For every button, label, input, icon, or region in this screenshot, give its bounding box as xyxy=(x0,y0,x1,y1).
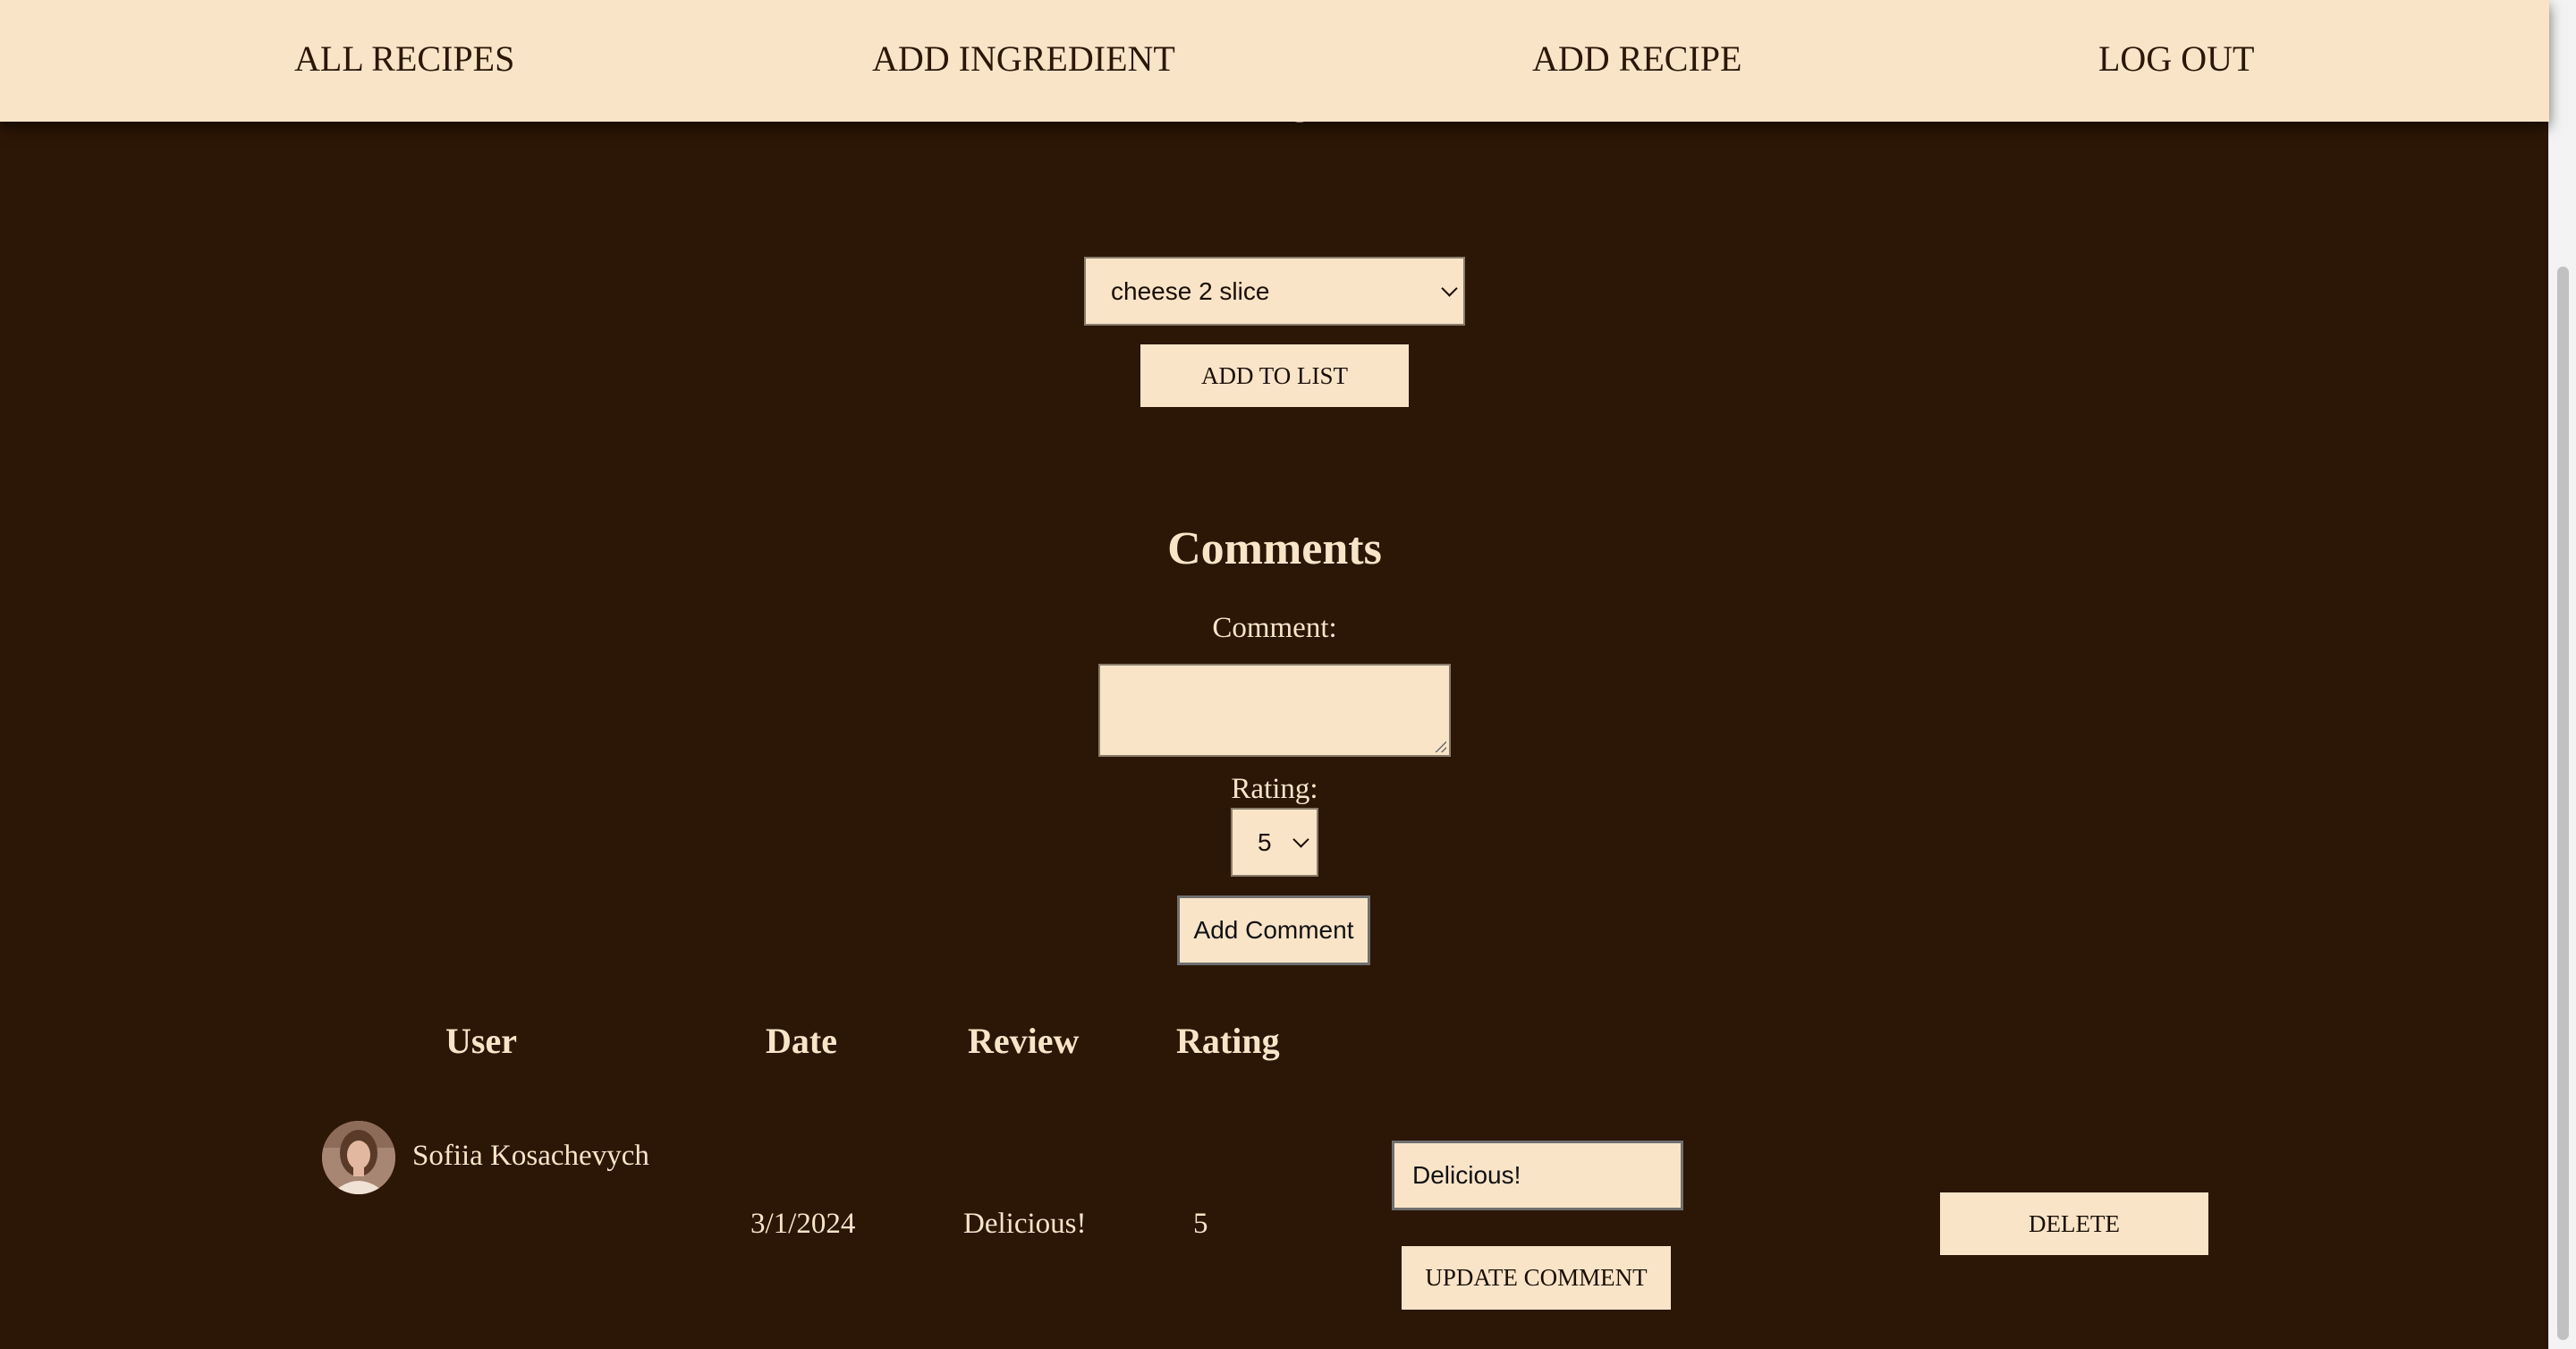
nav-add-recipe-link[interactable]: ADD RECIPE xyxy=(1532,38,1741,80)
chevron-down-icon xyxy=(1292,831,1309,848)
user-avatar-photo xyxy=(322,1121,395,1194)
row-rating: 5 xyxy=(1193,1208,1208,1240)
chevron-down-icon xyxy=(1441,280,1458,297)
comments-heading: Comments xyxy=(1167,523,1382,574)
table-header-review: Review xyxy=(968,1021,1080,1061)
row-user-name: Sofiia Kosachevych xyxy=(412,1140,649,1172)
rating-select[interactable]: 5 xyxy=(1231,808,1318,877)
delete-comment-button[interactable]: DELETE xyxy=(1940,1192,2208,1255)
page-scrollbar[interactable] xyxy=(2548,0,2576,1349)
rating-select-value: 5 xyxy=(1258,828,1272,856)
ingredient-select-value: cheese 2 slice xyxy=(1111,277,1270,305)
top-navbar: ALL RECIPES ADD INGREDIENT ADD RECIPE LO… xyxy=(0,0,2549,122)
row-review: Delicious! xyxy=(963,1208,1087,1240)
nav-all-recipes-link[interactable]: ALL RECIPES xyxy=(294,38,514,80)
ingredient-select[interactable]: cheese 2 slice xyxy=(1084,257,1465,326)
edit-comment-input[interactable]: Delicious! xyxy=(1392,1141,1683,1210)
rating-label: Rating: xyxy=(1231,773,1318,805)
table-header-user: User xyxy=(445,1021,517,1061)
table-header-date: Date xyxy=(766,1021,837,1061)
table-header-rating: Rating xyxy=(1176,1021,1280,1061)
update-comment-button[interactable]: UPDATE COMMENT xyxy=(1402,1246,1671,1310)
comment-textarea[interactable] xyxy=(1098,664,1451,757)
avatar xyxy=(322,1121,395,1194)
add-to-list-button[interactable]: ADD TO LIST xyxy=(1140,344,1409,407)
nav-add-ingredient-link[interactable]: ADD INGREDIENT xyxy=(872,38,1175,80)
scrollbar-thumb[interactable] xyxy=(2557,267,2569,1340)
resize-grip-icon[interactable] xyxy=(1434,740,1446,752)
add-comment-button[interactable]: Add Comment xyxy=(1177,895,1370,965)
comment-label: Comment: xyxy=(1212,612,1337,644)
recipe-detail-page: ALL RECIPES ADD INGREDIENT ADD RECIPE LO… xyxy=(0,0,2576,1349)
nav-log-out-link[interactable]: LOG OUT xyxy=(2098,38,2254,80)
row-date: 3/1/2024 xyxy=(750,1208,856,1240)
